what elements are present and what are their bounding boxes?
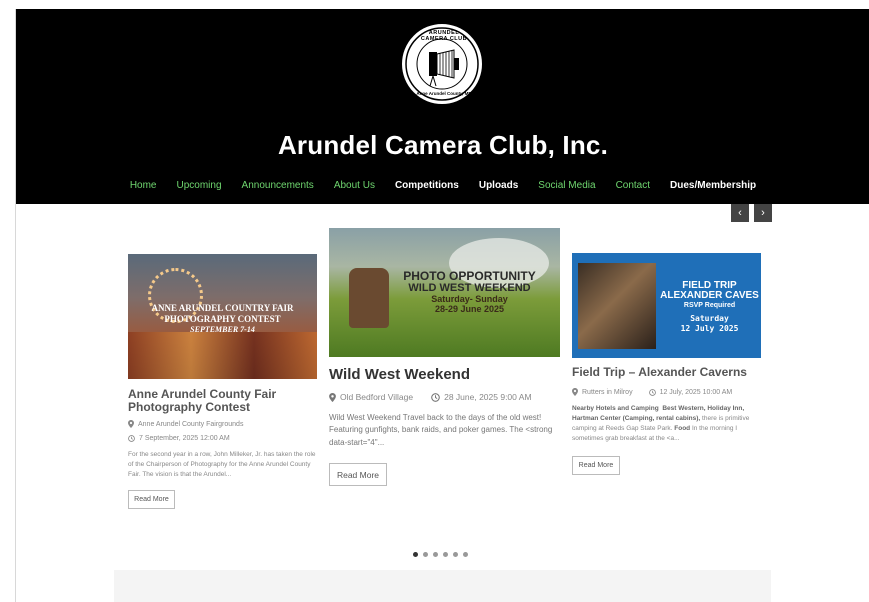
nav-item-social-media[interactable]: Social Media [528, 180, 605, 191]
slider-dot[interactable] [433, 552, 438, 557]
event-image-wild-west[interactable]: PHOTO OPPORTUNITY WILD WEST WEEKEND Satu… [329, 228, 560, 357]
read-more-button[interactable]: Read More [329, 463, 387, 486]
event-title[interactable]: Field Trip – Alexander Caverns [572, 365, 761, 379]
event-title[interactable]: Wild West Weekend [329, 366, 560, 384]
logo-text-bottom: Anne Arundel County, MD [416, 91, 472, 96]
caverns-image-line-3: RSVP Required [683, 302, 736, 309]
event-image-caverns[interactable]: FIELD TRIP ALEXANDER CAVES RSVP Required… [572, 253, 761, 358]
event-location-text: Old Bedford Village [340, 392, 414, 402]
fair-image-line-2: PHOTOGRAPHY CONTEST [164, 314, 281, 324]
event-title[interactable]: Anne Arundel County Fair Photography Con… [128, 387, 317, 414]
club-logo[interactable]: ARUNDEL CAMERA CLUB Anne Arundel County,… [400, 22, 484, 106]
caverns-image-line-5: 12 July 2025 [680, 324, 739, 333]
nav-item-upcoming[interactable]: Upcoming [167, 180, 232, 191]
excerpt-bold-1: Nearby Hotels and Camping [572, 405, 659, 412]
clock-icon [128, 435, 135, 442]
slider-prev-button[interactable]: ‹ [731, 204, 749, 222]
read-more-button[interactable]: Read More [572, 456, 620, 475]
event-excerpt: Wild West Weekend Travel back to the day… [329, 413, 553, 447]
fair-image-line-3: SEPTEMBER 7-14 [190, 325, 255, 334]
event-date: 7 September, 2025 12:00 AM [128, 435, 230, 442]
nav-item-competitions[interactable]: Competitions [385, 180, 469, 191]
event-date-text: 28 June, 2025 9:00 AM [444, 392, 532, 402]
excerpt-bold-3: Food [674, 425, 691, 433]
caverns-image-line-2: ALEXANDER CAVES [660, 290, 759, 301]
clock-icon [431, 392, 440, 402]
event-image-county-fair[interactable]: ANNE ARUNDEL COUNTRY FAIR PHOTOGRAPHY CO… [128, 254, 317, 379]
site-title: Arundel Camera Club, Inc. [277, 130, 609, 160]
nav-item-uploads[interactable]: Uploads [469, 180, 528, 191]
event-meta: Old Bedford Village 28 June, 2025 9:00 A… [329, 392, 532, 402]
nav-item-home[interactable]: Home [120, 180, 167, 191]
site-header: ARUNDEL CAMERA CLUB Anne Arundel County,… [16, 9, 869, 204]
event-date-text: 12 July, 2025 10:00 AM [659, 388, 733, 396]
event-card-alexander-caverns: FIELD TRIP ALEXANDER CAVES RSVP Required… [572, 253, 761, 483]
event-meta: Rutters in Milroy 12 July, 2025 10:00 AM [572, 388, 732, 396]
location-pin-icon [329, 392, 336, 402]
event-excerpt: For the second year in a row, John Mille… [128, 451, 316, 479]
wild-west-image-line-2: WILD WEST WEEKEND [408, 282, 531, 294]
nav-item-contact[interactable]: Contact [606, 180, 660, 191]
wild-west-image-line-4: 28-29 June 2025 [434, 304, 505, 314]
main-nav: Home Upcoming Announcements About Us Competi… [16, 180, 869, 191]
slider-next-button[interactable]: › [754, 204, 772, 222]
read-more-button[interactable]: Read More [128, 490, 175, 509]
slider-dot[interactable] [423, 552, 428, 557]
event-card-wild-west: PHOTO OPPORTUNITY WILD WEST WEEKEND Satu… [329, 228, 560, 498]
event-location-text: Anne Arundel County Fairgrounds [138, 420, 244, 428]
event-location: Anne Arundel County Fairgrounds [128, 420, 243, 428]
clock-icon [648, 388, 656, 396]
logo-text-top: ARUNDEL CAMERA CLUB [420, 30, 468, 42]
slider-dot[interactable] [413, 552, 418, 557]
location-pin-icon [128, 420, 134, 428]
slider-dot[interactable] [463, 552, 468, 557]
event-card-county-fair: ANNE ARUNDEL COUNTRY FAIR PHOTOGRAPHY CO… [128, 254, 317, 524]
cave-photo-decoration [578, 263, 656, 349]
page-frame: ARUNDEL CAMERA CLUB Anne Arundel County,… [15, 9, 869, 602]
nav-item-announcements[interactable]: Announcements [232, 180, 324, 191]
wild-west-image-line-1: PHOTO OPPORTUNITY [403, 269, 536, 283]
location-pin-icon [572, 388, 578, 396]
nav-item-dues-membership[interactable]: Dues/Membership [660, 180, 766, 191]
event-excerpt: Nearby Hotels and Camping Best Western, … [572, 404, 761, 444]
slider-dot[interactable] [453, 552, 458, 557]
event-date-text: 7 September, 2025 12:00 AM [139, 435, 230, 442]
nav-item-about-us[interactable]: About Us [324, 180, 385, 191]
caverns-image-line-4: Saturday [690, 314, 729, 323]
slider-dot[interactable] [443, 552, 448, 557]
fair-image-line-1: ANNE ARUNDEL COUNTRY FAIR [151, 303, 294, 313]
footer-band [114, 570, 771, 602]
fair-booth-decoration [128, 332, 317, 379]
slider-pagination [413, 552, 468, 557]
event-location-text: Rutters in Milroy [582, 388, 633, 396]
